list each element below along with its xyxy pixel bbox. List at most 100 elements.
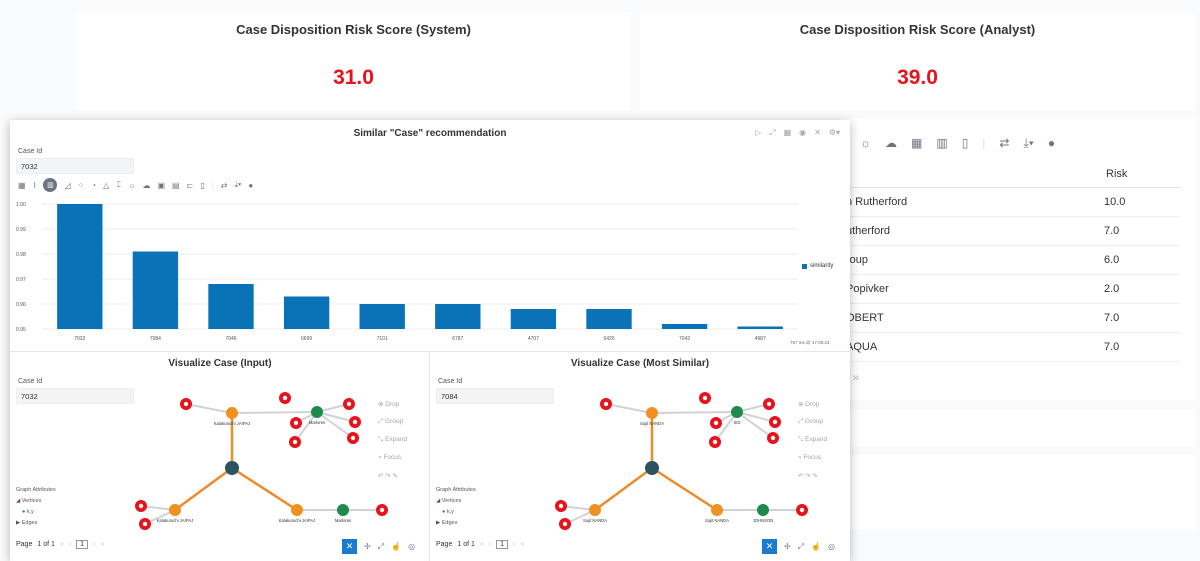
move-icon[interactable]: ✢ — [364, 542, 371, 551]
alert-node-icon — [183, 401, 189, 407]
first-page-button[interactable]: « — [60, 541, 64, 548]
select-mode-icon[interactable]: ✕ — [762, 539, 777, 554]
alert-node-icon — [379, 507, 385, 513]
select-mode-icon[interactable]: ✕ — [342, 539, 357, 554]
page-label: Page — [16, 541, 33, 548]
expand-label: Expand — [385, 436, 408, 443]
y-tick-label: 0.96 — [16, 302, 26, 308]
hand-icon[interactable]: ☝ — [391, 542, 401, 551]
bar-6787 — [435, 304, 481, 329]
group-control[interactable]: ⤢ Group — [798, 418, 827, 426]
risk-table-header: Risk — [840, 160, 1180, 188]
group-control[interactable]: ⤢ Group — [378, 418, 407, 426]
alert-node-icon — [712, 439, 718, 445]
bar-chart-icon[interactable]: ▥ — [936, 136, 947, 150]
edge — [185, 403, 233, 414]
grid-icon[interactable]: ▦ — [911, 136, 922, 150]
vertices-toggle[interactable]: ◢ Vertices — [16, 496, 56, 507]
edges-label: Edges — [441, 520, 458, 526]
download-icon[interactable]: ⤓▾ — [1023, 136, 1033, 151]
page-label: Page — [436, 541, 453, 548]
current-page[interactable]: 1 — [496, 540, 509, 549]
vertices-toggle[interactable]: ◢ Vertices — [436, 496, 476, 507]
prev-page-button[interactable]: ‹ — [69, 541, 71, 548]
x-tick-label: 4707 — [528, 336, 539, 342]
risk-value: 10.0 — [1104, 196, 1126, 208]
file-icon[interactable]: ▯ — [962, 136, 969, 150]
undo-redo-controls[interactable]: ↶ ↷ ✎ — [378, 472, 407, 480]
x-tick-label: 6787 — [452, 336, 463, 342]
table-row[interactable]: AQUA 7.0 — [840, 333, 1180, 362]
case-hub-node — [225, 461, 239, 475]
palette-icon[interactable]: ● — [1048, 136, 1055, 150]
cloud-icon[interactable]: ☁ — [885, 136, 897, 150]
bar-7084 — [132, 251, 179, 329]
alert-node-icon — [713, 420, 719, 426]
node-label: Sujit NANDA — [583, 518, 607, 523]
sun-icon[interactable]: ☼ — [860, 136, 871, 150]
edges-toggle[interactable]: ▶ Edges — [436, 518, 476, 529]
table-row[interactable]: Popivker 2.0 — [840, 275, 1180, 304]
alert-node-icon — [558, 503, 564, 509]
case-graph-input[interactable]: Kalakuruchi JAIPAJ Marlores Kalakuruchi JA… — [10, 352, 430, 561]
move-icon[interactable]: ✢ — [784, 542, 791, 551]
undo-redo-controls[interactable]: ↶ ↷ ✎ — [798, 472, 827, 480]
focus-control[interactable]: ⌕ Focus — [378, 454, 407, 462]
case-graph-similar[interactable]: Sujit NANDA SID Sujit NANDA Sujit NANDA JOHN… — [430, 352, 850, 561]
focus-control[interactable]: ⌕ Focus — [798, 454, 827, 462]
last-page-button[interactable]: » — [520, 541, 524, 548]
expand-control[interactable]: ⤡ Expand — [798, 436, 827, 444]
graph-attributes: Graph Attributes ◢ Vertices ● k,y ▶ Edge… — [16, 485, 56, 529]
bar-7032 — [57, 204, 103, 329]
risk-table-risk-header: Risk — [1106, 167, 1128, 180]
graph-pager: Page 1 of 1 « ‹ 1 › » — [436, 540, 524, 549]
legend-swatch — [802, 263, 807, 269]
first-page-button[interactable]: « — [480, 541, 484, 548]
table-row[interactable]: n Rutherford 10.0 — [840, 188, 1180, 217]
alert-node-icon — [346, 401, 352, 407]
prev-page-button[interactable]: ‹ — [489, 541, 491, 548]
edges-toggle[interactable]: ▶ Edges — [16, 518, 56, 529]
camera-icon[interactable]: ◎ — [408, 542, 415, 551]
chart-legend: similarity — [802, 263, 833, 269]
drop-control[interactable]: ⊗ Drop — [378, 400, 407, 408]
risk-value: 6.0 — [1104, 254, 1120, 266]
zoom-fit-icon[interactable]: ⤢ — [798, 542, 804, 552]
alert-node-icon — [766, 401, 772, 407]
table-row[interactable]: OBERT 7.0 — [840, 304, 1180, 333]
edges-label: Edges — [21, 520, 38, 526]
settings-sliders-icon[interactable]: ⇄ — [999, 136, 1009, 150]
risk-name: Popivker — [846, 283, 889, 295]
page-of: 1 of 1 — [457, 541, 475, 548]
focus-label: Focus — [383, 454, 402, 461]
node-bottom-left — [589, 504, 601, 516]
next-page-button[interactable]: › — [513, 541, 515, 548]
render-time-footnote: 757 ms @ 17:06:23 — [790, 340, 830, 345]
group-label: Group — [805, 418, 824, 425]
risk-table-toolbar: ☼ ☁ ▦ ▥ ▯ | ⇄ ⤓▾ ● — [860, 135, 1056, 151]
alert-node-icon — [350, 435, 356, 441]
next-page-button[interactable]: › — [93, 541, 95, 548]
x-tick-label: 7084 — [150, 336, 161, 342]
table-row[interactable]: roup 6.0 — [840, 246, 1180, 275]
background-card — [845, 455, 1195, 530]
last-page-button[interactable]: » — [100, 541, 104, 548]
y-tick-label: 0.98 — [16, 252, 26, 258]
alert-node-icon — [772, 419, 778, 425]
edge-highlighted — [174, 466, 233, 512]
bar-7042 — [661, 324, 708, 329]
risk-value: 7.0 — [1104, 225, 1120, 237]
graph-bottom-tools: ✕ ✢ ⤢ ☝ ◎ — [342, 539, 415, 554]
drop-control[interactable]: ⊗ Drop — [798, 400, 827, 408]
alert-node-icon — [562, 521, 568, 527]
node-bottom-mid — [291, 504, 303, 516]
hand-icon[interactable]: ☝ — [811, 542, 821, 551]
table-row[interactable]: utherford 7.0 — [840, 217, 1180, 246]
current-page[interactable]: 1 — [76, 540, 89, 549]
camera-icon[interactable]: ◎ — [828, 542, 835, 551]
node-bottom-right — [337, 504, 349, 516]
expand-control[interactable]: ⤡ Expand — [378, 436, 407, 444]
vertex-key-label: k,y — [446, 509, 454, 515]
bar-7101 — [359, 304, 405, 329]
zoom-fit-icon[interactable]: ⤢ — [378, 542, 384, 552]
